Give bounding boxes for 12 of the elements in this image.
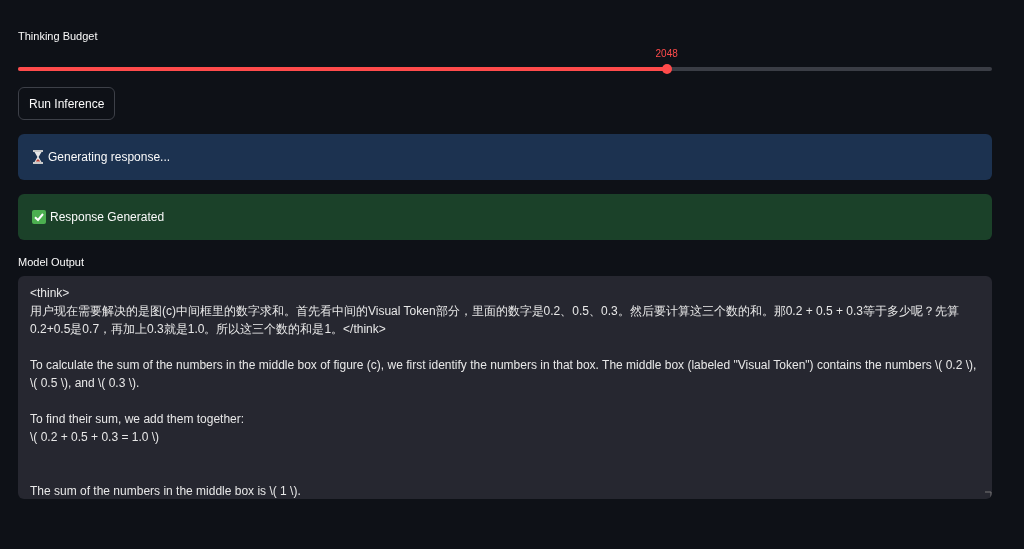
hourglass-icon bbox=[32, 150, 44, 164]
resize-handle-icon bbox=[984, 491, 992, 499]
slider-label: Thinking Budget bbox=[18, 29, 99, 44]
run-inference-button[interactable]: Run Inference bbox=[18, 87, 116, 120]
slider-value: 2048 bbox=[655, 47, 678, 61]
output-label: Model Output bbox=[18, 255, 86, 270]
output-text: <think> 用户现在需要解决的是图(c)中间框里的数字求和。首先看中间的Visual Token部分，里面的数字是0.2、0.5、0.3。然后要计算这三个数的和。那0.2 + 0.5 + 0.3等于多少呢？先算0.2+0.5是0.7，再加上0.3就是1.0。所以这三个数的和是1。</think> To calculate the sum of the numbers in the middle box of figure (c), we first identify the numbers in that box. The middle box (labeled "Visual Token") contains the numbers \( 0.2 \), \( 0.5 \), and \( 0.3 \). To find their sum, we add them together: \( 0.2 + 0.5 + 0.3 = 1.0 \) The sum of the numbers in the middle box is \( 1 \). bbox=[30, 285, 978, 499]
alert-text: Generating response... bbox=[48, 149, 171, 166]
alert-text: Response Generated bbox=[50, 209, 165, 226]
slider-thumb[interactable] bbox=[661, 64, 672, 74]
slider-track[interactable] bbox=[18, 67, 992, 71]
check-icon bbox=[32, 210, 46, 224]
